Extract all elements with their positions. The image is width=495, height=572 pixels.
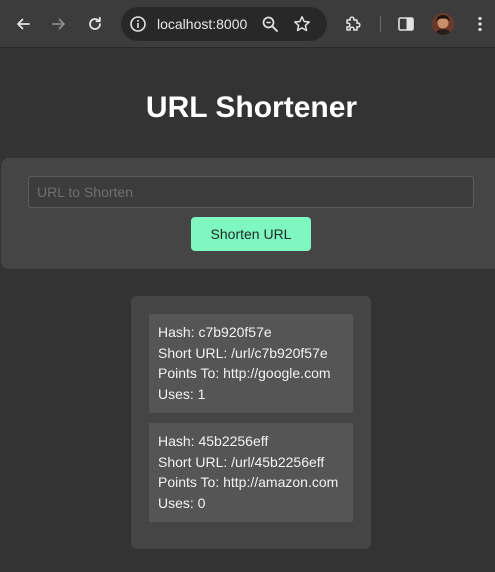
browser-menu-button[interactable] — [465, 9, 495, 39]
page-content: URL Shortener Shorten URL Hash: c7b920f5… — [0, 49, 495, 572]
forward-button[interactable] — [44, 9, 74, 39]
side-panel-icon — [398, 17, 414, 31]
entry-uses: Uses: 0 — [158, 494, 206, 511]
toolbar-divider — [380, 16, 381, 32]
entry-hash: Hash: 45b2256eff — [158, 433, 269, 449]
extensions-button[interactable] — [338, 9, 368, 39]
reload-button[interactable] — [80, 9, 110, 39]
entry-short-url: Short URL: /url/45b2256eff — [158, 453, 325, 470]
entry-points-to: Points To: http://amazon.com — [158, 474, 339, 490]
forward-arrow-icon — [52, 18, 65, 30]
shorten-url-button[interactable]: Shorten URL — [191, 217, 311, 251]
zoom-icon[interactable] — [259, 13, 281, 35]
back-button[interactable] — [8, 9, 38, 39]
puzzle-piece-icon — [346, 16, 361, 31]
entry-hash: Hash: c7b920f57e — [158, 324, 272, 340]
entry-uses: Uses: 1 — [158, 385, 206, 402]
browser-toolbar: localhost:8000 — [0, 0, 495, 48]
reload-icon — [89, 16, 101, 30]
address-bar[interactable]: localhost:8000 — [121, 7, 327, 41]
entry-short-url: Short URL: /url/c7b920f57e — [158, 344, 328, 361]
shortened-urls-list: Hash: c7b920f57e Short URL: /url/c7b920f… — [131, 296, 371, 549]
url-entry: Hash: 45b2256eff Short URL: /url/45b2256… — [149, 423, 353, 522]
site-info-icon[interactable] — [127, 13, 149, 35]
kebab-menu-icon — [478, 16, 482, 32]
url-input[interactable] — [28, 176, 474, 208]
profile-avatar[interactable] — [432, 13, 454, 35]
shorten-form: Shorten URL — [1, 158, 495, 269]
star-icon[interactable] — [291, 13, 313, 35]
page-title: URL Shortener — [145, 91, 358, 124]
entry-points-to: Points To: http://google.com — [158, 365, 331, 381]
side-panel-button[interactable] — [391, 9, 421, 39]
address-bar-url[interactable]: localhost:8000 — [157, 16, 247, 32]
back-arrow-icon — [17, 18, 30, 30]
url-entry: Hash: c7b920f57e Short URL: /url/c7b920f… — [149, 314, 353, 413]
